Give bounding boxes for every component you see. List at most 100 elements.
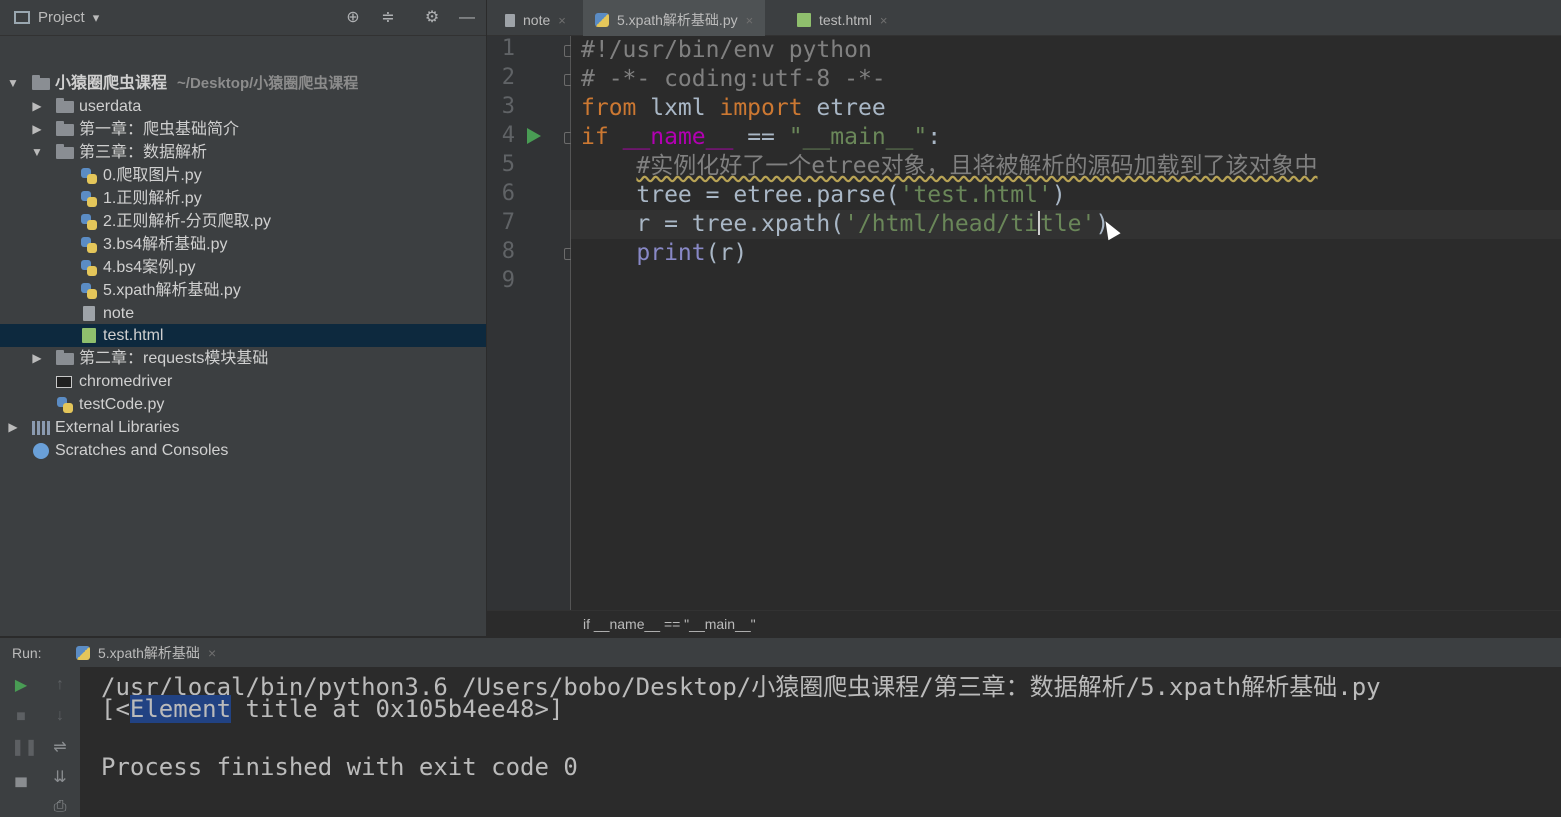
locate-icon[interactable]: ⊕ [344,9,362,27]
chinese-comment: #实例化好了一个etree对象，且将被解析的源码加载到了该对象中 [636,153,1318,179]
html-file-icon [82,328,96,343]
minimize-icon[interactable]: — [458,9,476,27]
collapse-icon[interactable]: ≑ [379,9,397,27]
string-xpath-part2: tle' [1039,211,1096,237]
tree-item-external-libraries[interactable]: ▶ External Libraries [0,416,486,439]
project-title[interactable]: Project [38,9,85,26]
up-icon[interactable]: ↑ [50,675,70,695]
close-icon[interactable]: × [208,645,216,661]
tree-root[interactable]: ▼ 小猿圈爬虫课程 ~/Desktop/小猿圈爬虫课程 [0,72,486,95]
tree-item-label: test.html [103,327,164,344]
tree-item-label: userdata [79,98,142,115]
tree-item-label: 5.xpath解析基础.py [103,282,241,299]
tree-item-chapter2[interactable]: ▶ 第二章：requests模块基础 [0,347,486,370]
python-file-icon [81,214,97,230]
line-number: 5 [501,152,515,177]
collapse-arrow-icon[interactable]: ▶ [31,95,43,118]
tree-item-label: 2.正则解析-分页爬取.py [103,213,272,230]
tab-xpath[interactable]: 5.xpath解析基础.py × [583,0,766,36]
run-label: Run: [12,645,42,661]
tree-item-label: 4.bs4案例.py [103,259,196,276]
stop-icon[interactable]: ■ [11,707,31,727]
collapse-arrow-icon[interactable]: ▶ [31,347,43,370]
output-highlight: Element [129,695,232,723]
tree-item-label: 第三章：数据解析 [79,144,208,161]
import-name: etree [802,95,886,121]
tree-item-file[interactable]: 5.xpath解析基础.py [0,279,486,302]
expand-arrow-icon[interactable]: ▼ [31,141,43,164]
tree-item-file[interactable]: 1.正则解析.py [0,187,486,210]
scroll-end-icon[interactable]: ⇊ [50,768,70,788]
python-file-icon [81,237,97,253]
tree-item-file[interactable]: note [0,302,486,325]
output-prefix: [< [101,695,130,723]
line-number: 7 [501,210,515,235]
python-file-icon [57,397,73,413]
run-console[interactable]: /usr/local/bin/python3.6 /Users/bobo/Des… [80,667,1561,817]
close-icon[interactable]: × [746,13,754,28]
chevron-down-icon[interactable]: ▾ [93,10,100,26]
executable-icon [56,376,72,388]
code-editor[interactable]: #!/usr/bin/env python # -*- coding:utf-8… [571,36,1561,610]
pause-icon[interactable]: ❚❚ [11,738,38,758]
tree-item-chapter3[interactable]: ▼ 第三章：数据解析 [0,141,486,164]
tree-item-file[interactable]: testCode.py [0,393,486,416]
gear-icon[interactable]: ⚙ [423,9,441,27]
code-line-3: from lxml import etree [581,94,886,123]
editor-gutter[interactable]: 1 2 3 4 5 6 7 8 9 [487,36,576,610]
builtin-print: print [636,240,706,266]
soft-wrap-icon[interactable]: ⇌ [50,738,70,758]
string-test-html: 'test.html' [899,182,1052,208]
print-icon[interactable]: ⎙ [50,797,70,817]
layout-icon[interactable]: ▀ [11,778,31,798]
code-line-1: #!/usr/bin/env python [581,36,872,65]
tree-root-label: 小猿圈爬虫课程 ~/Desktop/小猿圈爬虫课程 [55,72,358,95]
tree-item-label: chromedriver [79,373,173,390]
code-xpath-call: r = tree.xpath( [636,211,845,237]
line-number: 3 [501,94,515,119]
run-gutter-icon[interactable] [527,128,541,144]
tree-item-file[interactable]: chromedriver [0,370,486,393]
code-line-4: if __name__ == "__main__": [581,123,941,152]
text-file-icon [505,14,515,27]
tree-item-label: testCode.py [79,396,165,413]
tree-item-file[interactable]: 0.爬取图片.py [0,164,486,187]
console-output: [<Element title at 0x105b4ee48>] [101,695,563,723]
expand-arrow-icon[interactable]: ▼ [7,72,19,95]
breadcrumb[interactable]: if __name__ == "__main__" [487,610,1561,636]
tree-item-file[interactable]: 3.bs4解析基础.py [0,233,486,256]
tree-item-scratches[interactable]: Scratches and Consoles [0,439,486,462]
collapse-arrow-icon[interactable]: ▶ [31,118,43,141]
tree-item-userdata[interactable]: ▶ userdata [0,95,486,118]
keyword-import: import [719,95,803,121]
tree-item-file-selected[interactable]: test.html [0,324,486,347]
root-name: 小猿圈爬虫课程 [55,75,168,92]
line-number: 1 [501,36,515,61]
module-name: lxml [636,95,720,121]
string-xpath-part1: '/html/head/ti [844,211,1038,237]
tab-test-html[interactable]: test.html × [793,0,892,36]
line-number: 4 [501,123,515,148]
line-number: 8 [501,239,515,264]
collapse-arrow-icon[interactable]: ▶ [7,416,19,439]
library-icon [32,421,50,435]
tree-item-file[interactable]: 4.bs4案例.py [0,256,486,279]
tab-label: note [523,12,551,28]
colon: : [927,124,942,150]
close-icon[interactable]: × [558,13,566,28]
down-icon[interactable]: ↓ [50,706,70,726]
tree-item-chapter1[interactable]: ▶ 第一章：爬虫基础简介 [0,118,486,141]
folder-icon [56,350,74,365]
code-line-5: #实例化好了一个etree对象，且将被解析的源码加载到了该对象中 [581,152,1317,181]
operator-eq: == [733,124,789,150]
close-icon[interactable]: × [880,13,888,28]
text-file-icon [83,306,95,321]
run-icon[interactable]: ▶ [11,676,31,696]
tree-item-file[interactable]: 2.正则解析-分页爬取.py [0,210,486,233]
keyword-from: from [581,95,637,121]
run-tab[interactable]: 5.xpath解析基础 × [76,638,216,668]
root-path: ~/Desktop/小猿圈爬虫课程 [177,75,359,92]
code-line-2: # -*- coding:utf-8 -*- [581,65,886,94]
project-header[interactable]: Project ▾ ⊕ ≑ ⚙ — [0,0,486,36]
tab-note[interactable]: note × [501,0,570,36]
